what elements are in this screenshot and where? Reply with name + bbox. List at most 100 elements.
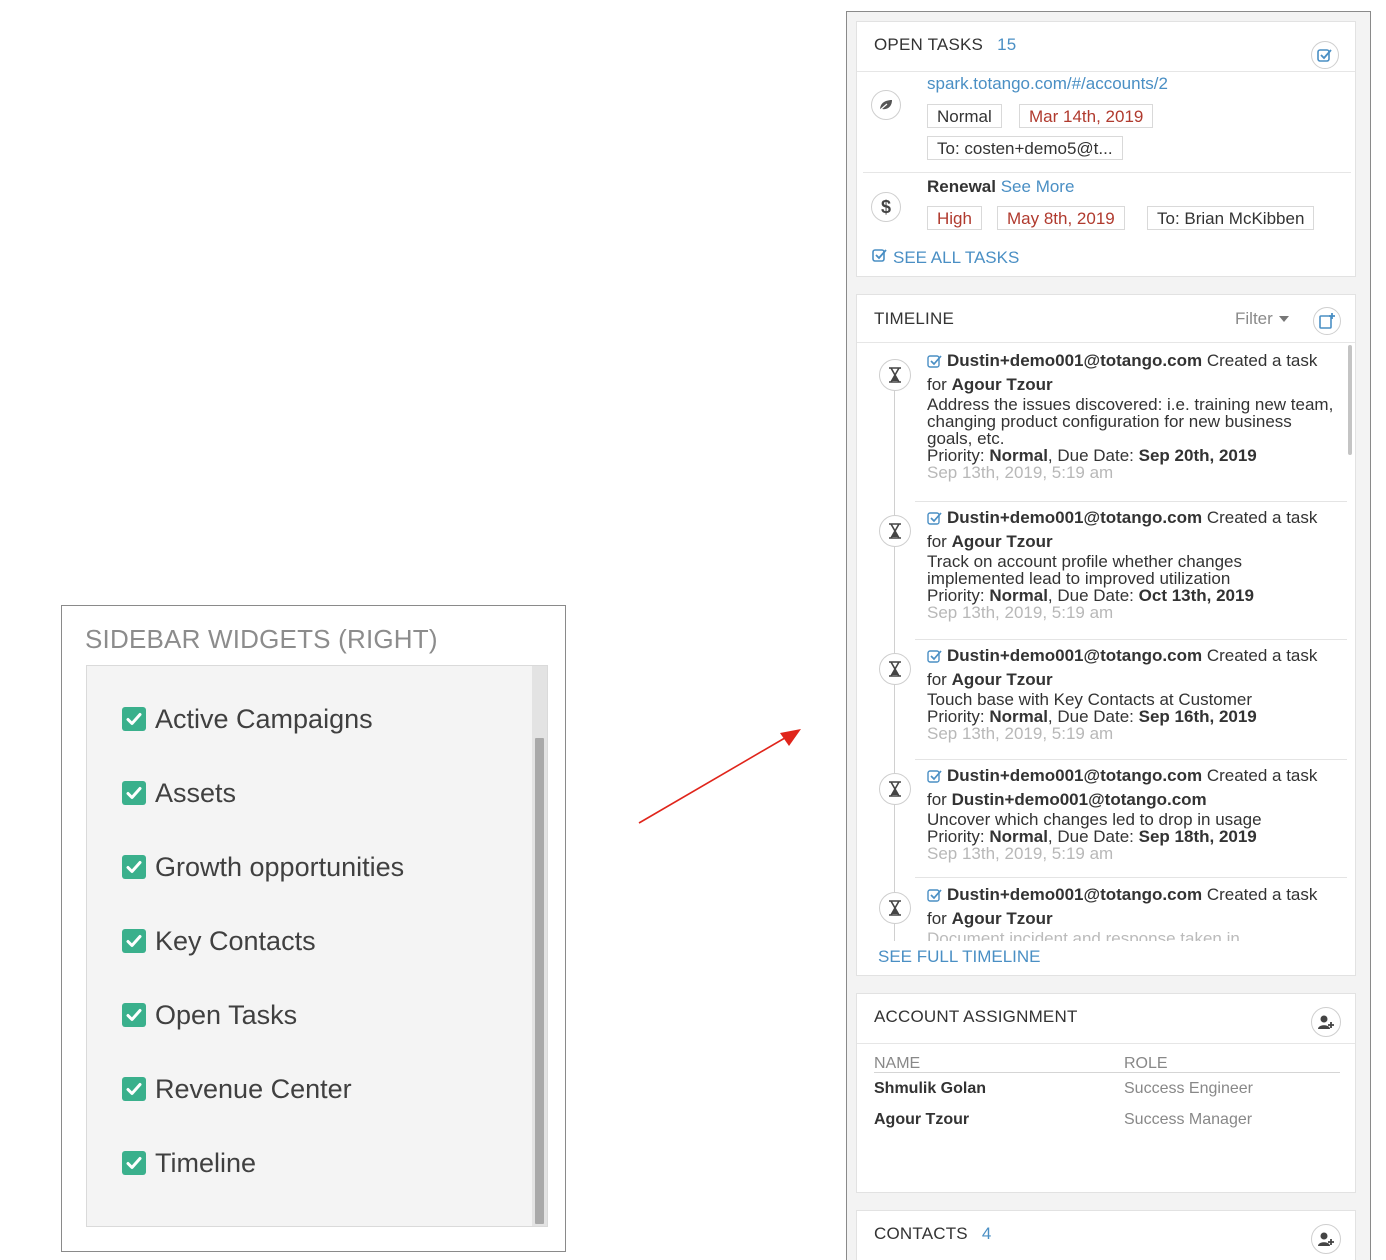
entry-priority-line: Priority: Normal, Due Date: Sep 18th, 20… — [927, 828, 1337, 845]
hourglass-icon — [879, 515, 911, 547]
hourglass-icon — [879, 892, 911, 924]
sidebar-widgets-panel: SIDEBAR WIDGETS (RIGHT) Active Campaigns… — [61, 605, 566, 1252]
entry-due: Sep 16th, 2019 — [1138, 707, 1257, 726]
timeline-entry-headline: Dustin+demo001@totango.com Created a tas… — [927, 507, 1337, 553]
open-tasks-count: 15 — [997, 35, 1017, 54]
open-tasks-title: OPEN TASKS — [874, 35, 984, 54]
widget-item-label: Revenue Center — [155, 1073, 352, 1104]
entry-description: Document incident and response taken in — [927, 929, 1240, 941]
contacts-count: 4 — [981, 1224, 992, 1243]
entry-due: Oct 13th, 2019 — [1138, 586, 1254, 605]
entry-target[interactable]: Agour Tzour — [952, 909, 1053, 928]
check-icon — [927, 509, 943, 531]
widget-item-revenue-center[interactable]: Revenue Center — [122, 1074, 352, 1104]
checkbox-checked-icon[interactable] — [122, 781, 146, 805]
widget-item-label: Growth opportunities — [155, 851, 405, 882]
entry-timestamp: Sep 13th, 2019, 5:19 am — [927, 463, 1114, 482]
task-due-date-tag: May 8th, 2019 — [997, 206, 1125, 230]
timeline-entry-text: Dustin+demo001@totango.com Created a tas… — [927, 645, 1337, 742]
assignee-role: Success Manager — [1124, 1111, 1253, 1128]
add-user-icon[interactable] — [1311, 1007, 1341, 1037]
check-icon — [927, 352, 943, 374]
widgets-scrollbar-track[interactable] — [532, 666, 547, 1226]
dollar-glyph: $ — [880, 196, 891, 217]
entry-target[interactable]: Dustin+demo001@totango.com — [952, 790, 1207, 809]
divider — [915, 759, 1347, 760]
open-tasks-card: OPEN TASKS 15 spark.totango.com/#/account… — [856, 21, 1356, 277]
entry-due: Sep 18th, 2019 — [1138, 827, 1257, 846]
widget-item-key-contacts[interactable]: Key Contacts — [122, 926, 316, 956]
see-full-timeline-link[interactable]: SEE FULL TIMELINE — [878, 947, 1041, 967]
filter-label: Filter — [1235, 309, 1273, 328]
timeline-entry-text: Dustin+demo001@totango.com Created a tas… — [927, 350, 1337, 481]
timeline-entry-text: Dustin+demo001@totango.com Created a tas… — [927, 884, 1337, 941]
timeline-entry-headline: Dustin+demo001@totango.com Created a tas… — [927, 884, 1337, 930]
add-note-icon[interactable] — [1313, 307, 1341, 335]
timeline-title: TIMELINE — [874, 309, 955, 328]
see-more-link[interactable]: See More — [1001, 177, 1075, 196]
column-header-name: NAME — [874, 1055, 921, 1072]
checkbox-checked-icon[interactable] — [122, 929, 146, 953]
entry-author[interactable]: Dustin+demo001@totango.com — [947, 508, 1202, 527]
entry-target[interactable]: Agour Tzour — [952, 532, 1053, 551]
checkbox-checked-icon[interactable] — [122, 1151, 146, 1175]
widget-item-growth-opportunities[interactable]: Growth opportunities — [122, 852, 404, 882]
tasks-check-icon[interactable] — [1311, 41, 1339, 69]
widget-item-label: Timeline — [155, 1147, 257, 1178]
assignee-role: Success Engineer — [1124, 1080, 1253, 1097]
entry-author[interactable]: Dustin+demo001@totango.com — [947, 351, 1202, 370]
widget-item-assets[interactable]: Assets — [122, 778, 236, 808]
task-link[interactable]: spark.totango.com/#/accounts/2 — [927, 74, 1168, 94]
timeline-entry-headline: Dustin+demo001@totango.com Created a tas… — [927, 350, 1337, 396]
widget-item-active-campaigns[interactable]: Active Campaigns — [122, 704, 373, 734]
entry-timestamp: Sep 13th, 2019, 5:19 am — [927, 724, 1114, 743]
account-assignment-card: ACCOUNT ASSIGNMENT NAME ROLE Shmulik Gol… — [856, 993, 1356, 1193]
timeline-filter-dropdown[interactable]: Filter — [1235, 309, 1289, 329]
table-row[interactable]: Shmulik Golan Success Engineer — [874, 1080, 1344, 1098]
checkbox-checked-icon[interactable] — [122, 855, 146, 879]
entry-description: Touch base with Key Contacts at Customer — [927, 690, 1253, 709]
entry-target[interactable]: Agour Tzour — [952, 375, 1053, 394]
widget-item-open-tasks[interactable]: Open Tasks — [122, 1000, 297, 1030]
checkbox-checked-icon[interactable] — [122, 1077, 146, 1101]
contacts-title: CONTACTS — [874, 1224, 968, 1243]
entry-author[interactable]: Dustin+demo001@totango.com — [947, 766, 1202, 785]
widgets-scrollbar-thumb[interactable] — [535, 738, 544, 1224]
divider — [857, 71, 1355, 72]
widget-item-label: Assets — [155, 777, 237, 808]
checkbox-checked-icon[interactable] — [122, 1003, 146, 1027]
check-icon — [927, 767, 943, 789]
task-title: Renewal See More — [927, 177, 1074, 197]
hourglass-icon — [879, 359, 911, 391]
entry-description: Uncover which changes led to drop in usa… — [927, 810, 1262, 829]
timeline-scroll-area[interactable]: Dustin+demo001@totango.com Created a tas… — [857, 343, 1355, 941]
entry-timestamp: Sep 13th, 2019, 5:19 am — [927, 844, 1114, 863]
entry-author[interactable]: Dustin+demo001@totango.com — [947, 885, 1202, 904]
see-all-tasks-link[interactable]: SEE ALL TASKS — [872, 247, 1019, 268]
hourglass-icon — [879, 773, 911, 805]
widget-item-timeline[interactable]: Timeline — [122, 1148, 256, 1178]
sidebar-widgets-list: Active Campaigns Assets Growth opportuni… — [86, 665, 548, 1227]
see-all-tasks-label: SEE ALL TASKS — [893, 247, 1020, 267]
timeline-scrollbar-thumb[interactable] — [1348, 345, 1352, 455]
timeline-entry-headline: Dustin+demo001@totango.com Created a tas… — [927, 765, 1337, 811]
widget-item-label: Active Campaigns — [155, 703, 373, 734]
open-tasks-header: OPEN TASKS 15 — [874, 35, 1016, 55]
entry-description: Track on account profile whether changes… — [927, 552, 1242, 588]
assignment-table-header: NAME ROLE — [874, 1055, 1344, 1073]
sidebar-widgets-title: SIDEBAR WIDGETS (RIGHT) — [85, 624, 438, 654]
entry-target[interactable]: Agour Tzour — [952, 670, 1053, 689]
task-priority-tag: Normal — [927, 104, 1002, 128]
divider — [874, 1072, 1340, 1073]
checkbox-checked-icon[interactable] — [122, 707, 146, 731]
table-row[interactable]: Agour Tzour Success Manager — [874, 1111, 1344, 1129]
add-user-icon[interactable] — [1311, 1224, 1341, 1254]
divider — [915, 501, 1347, 502]
check-icon — [927, 647, 943, 669]
contacts-card: CONTACTS 4 — [856, 1210, 1356, 1260]
divider — [857, 1043, 1355, 1044]
entry-priority-line: Priority: Normal, Due Date: Sep 20th, 20… — [927, 447, 1337, 464]
task-name: Renewal — [927, 177, 996, 196]
assignee-name: Shmulik Golan — [874, 1080, 987, 1097]
entry-author[interactable]: Dustin+demo001@totango.com — [947, 646, 1202, 665]
